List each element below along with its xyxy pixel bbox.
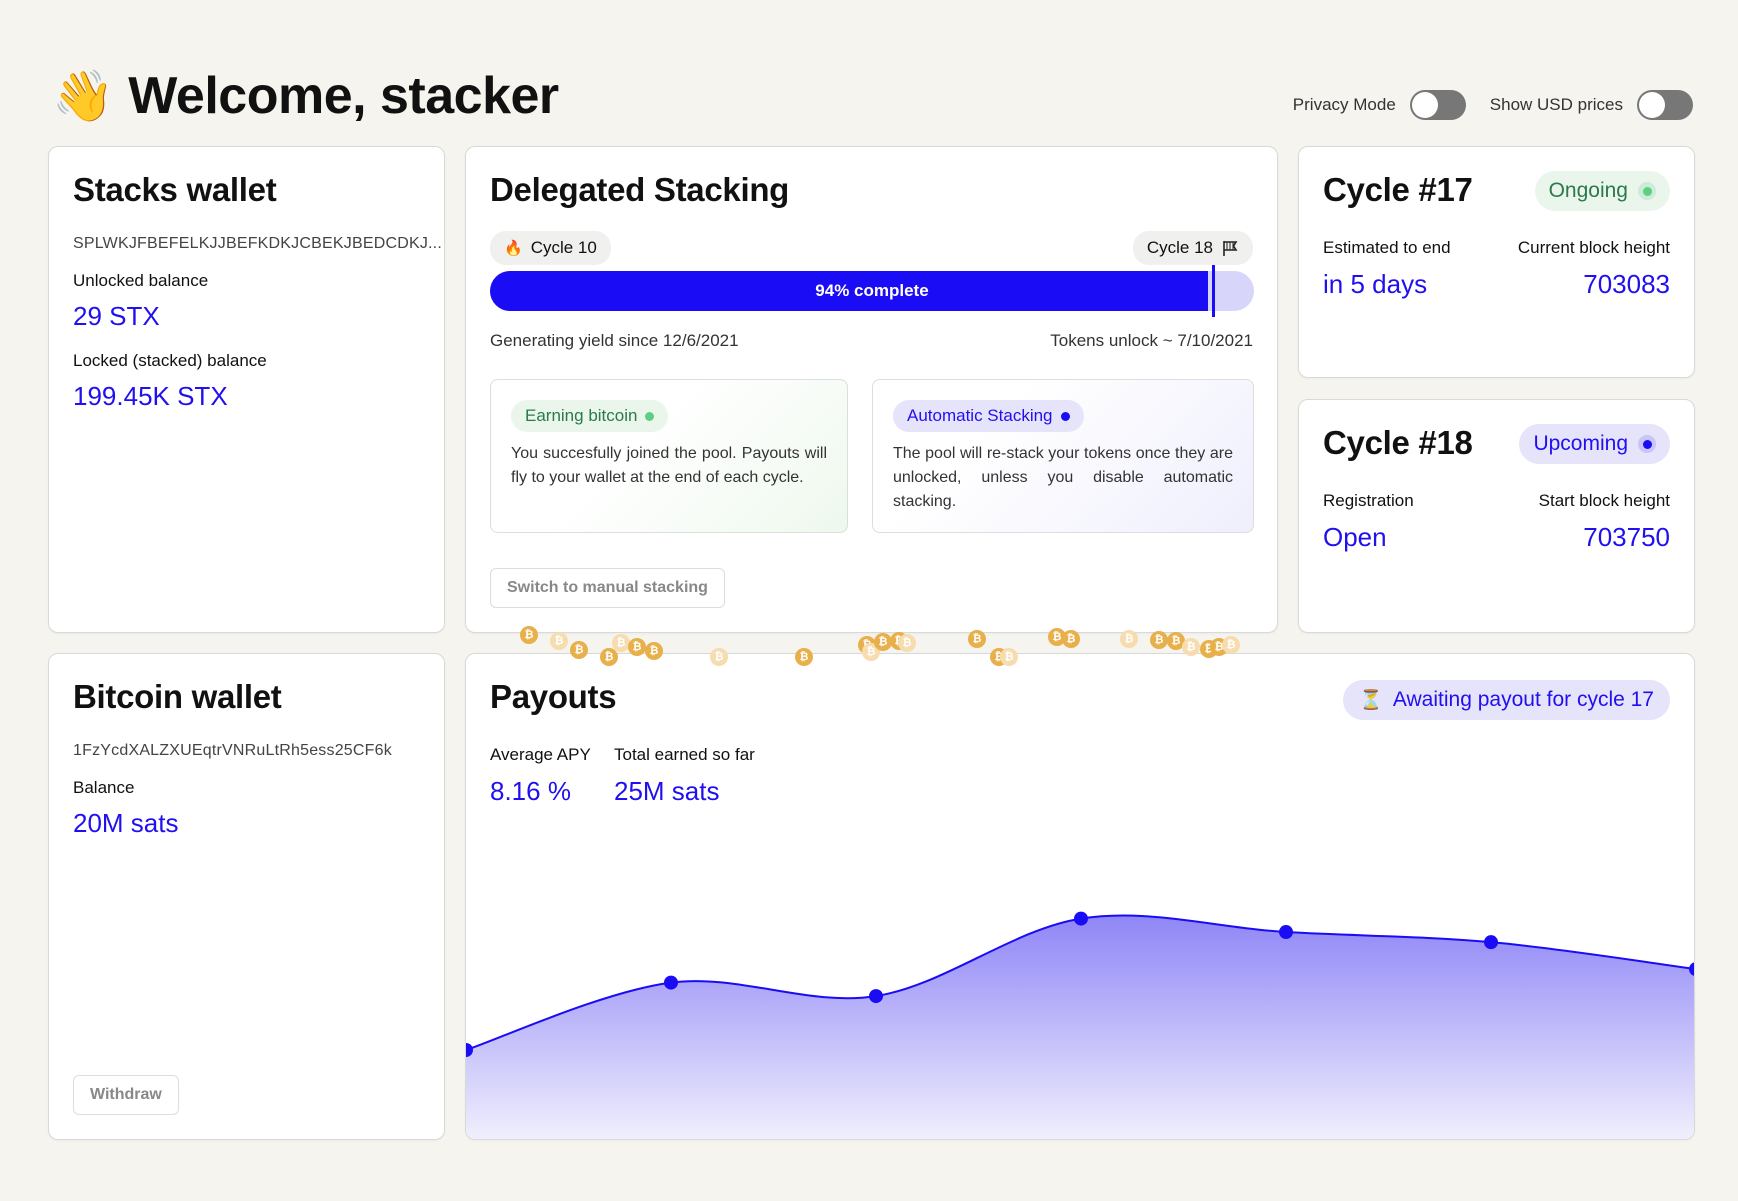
bitcoin-coin-icon: ₿ [645,642,663,660]
privacy-mode-toggle[interactable] [1409,90,1466,120]
bitcoin-coin-icon: ₿ [1062,630,1080,648]
tokens-unlock-text: Tokens unlock ~ 7/10/2021 [1050,331,1253,350]
estimated-end-label: Estimated to end [1323,238,1451,257]
chart-point-2 [869,989,883,1004]
withdraw-button[interactable]: Withdraw [73,1075,179,1115]
bitcoin-coin-icon: ₿ [1182,638,1200,656]
stacks-wallet-title: Stacks wallet [73,171,277,208]
progress-label: 94% complete [815,281,929,300]
toggle-knob [1639,92,1665,118]
start-cycle-badge: 🔥 Cycle 10 [490,231,611,265]
blue-dot-icon [1060,411,1070,421]
current-block-height-label: Current block height [1517,238,1670,257]
yield-since-text: Generating yield since 12/6/2021 [490,331,739,350]
ongoing-status-badge: Ongoing [1534,171,1670,211]
bitcoin-coin-icon: ₿ [1000,648,1018,666]
unlocked-balance-label: Unlocked balance [73,271,209,290]
chart-point-5 [1484,935,1498,950]
green-dot-icon [1638,182,1656,200]
flag-icon [1223,241,1238,256]
locked-balance-label: Locked (stacked) balance [73,351,267,370]
upcoming-status-badge: Upcoming [1519,424,1670,464]
bitcoin-coin-icon: ₿ [600,648,618,666]
delegated-stacking-card: Delegated Stacking 🔥 Cycle 10 Cycle 18 9… [465,146,1278,633]
earning-bitcoin-label: Earning bitcoin [525,406,638,425]
cycle-17-card: Cycle #17 Ongoing Estimated to end Curre… [1298,146,1695,378]
stacks-wallet-card: Stacks wallet SPLWKJFBEFELKJJBEFKDKJCBEK… [48,146,445,633]
automatic-stacking-label: Automatic Stacking [907,406,1053,425]
end-cycle-label: Cycle 18 [1146,238,1213,257]
start-cycle-label: Cycle 10 [530,238,597,257]
estimated-end-value: in 5 days [1323,269,1428,299]
payouts-card: Payouts ⏳ Awaiting payout for cycle 17 A… [465,653,1695,1140]
bitcoin-balance-label: Balance [73,778,135,797]
chart-point-1 [664,975,678,990]
end-cycle-badge: Cycle 18 [1132,231,1253,265]
bitcoin-wallet-card: Bitcoin wallet 1FzYcdXALZXUEqtrVNRuLtRh5… [48,653,445,1140]
ongoing-label: Ongoing [1548,179,1628,202]
bitcoin-coin-icon: ₿ [1222,636,1240,654]
bitcoin-address: 1FzYcdXALZXUEqtrVNRuLtRh5ess25CF6k [73,742,392,759]
cycle-18-title: Cycle #18 [1323,424,1473,461]
privacy-mode-label: Privacy Mode [1292,95,1396,114]
usd-prices-label: Show USD prices [1489,95,1623,114]
unlocked-balance-value: 29 STX [73,301,160,331]
switch-manual-stacking-button[interactable]: Switch to manual stacking [490,568,725,608]
bitcoin-coin-icon: ₿ [795,648,813,666]
start-block-height-label: Start block height [1538,491,1670,510]
bitcoin-coin-icon: ₿ [520,626,538,644]
start-block-height-value: 703750 [1583,522,1670,552]
toggle-knob [1411,92,1438,118]
bitcoin-balance-value: 20M sats [73,808,179,838]
locked-balance-value: 199.45K STX [73,381,228,411]
current-block-height-value: 703083 [1583,269,1670,299]
bitcoin-coin-icon: ₿ [612,634,630,652]
bitcoin-coin-icon: ₿ [898,634,916,652]
page-title: Welcome, stacker [128,67,559,125]
chart-point-4 [1279,925,1293,940]
automatic-stacking-box: Automatic Stacking The pool will re-stac… [872,379,1254,533]
green-dot-icon [645,411,655,421]
chart-area [466,915,1694,1139]
waving-hand-icon: 👋 [52,68,115,124]
upcoming-label: Upcoming [1533,432,1628,455]
registration-label: Registration [1323,491,1414,510]
toggle-bar: Privacy Mode Show USD prices [1293,90,1693,120]
bitcoin-coin-icon: ₿ [570,641,588,659]
earning-bitcoin-box: Earning bitcoin You succesfully joined t… [490,379,848,533]
payouts-area-chart [466,911,1694,1139]
usd-prices-toggle[interactable] [1637,90,1693,120]
cycle-18-card: Cycle #18 Upcoming Registration Start bl… [1298,399,1695,633]
flame-icon: 🔥 [504,240,523,257]
cycle-17-title: Cycle #17 [1323,171,1473,208]
automatic-stacking-desc: The pool will re-stack your tokens once … [893,445,1233,510]
progress-marker [1212,265,1215,317]
stacking-progress-bar: 94% complete [490,271,1254,311]
earning-bitcoin-badge: Earning bitcoin [511,400,669,432]
bitcoin-coin-icon: ₿ [550,632,568,650]
bitcoin-wallet-title: Bitcoin wallet [73,678,282,715]
bitcoin-coin-icon: ₿ [710,648,728,666]
header: 👋 Welcome, stacker [52,64,559,128]
bitcoin-coin-icon: ₿ [1150,631,1168,649]
registration-value: Open [1323,522,1387,552]
chart-point-3 [1074,911,1088,926]
stacks-address: SPLWKJFBEFELKJJBEFKDKJCBEKJBEDCDKJ... [73,235,442,252]
bitcoin-coin-icon: ₿ [968,630,986,648]
earning-bitcoin-desc: You succesfully joined the pool. Payouts… [511,445,827,486]
automatic-stacking-badge: Automatic Stacking [893,400,1084,432]
bitcoin-coin-icon: ₿ [628,638,646,656]
delegated-stacking-title: Delegated Stacking [490,171,790,208]
bitcoin-coin-icon: ₿ [1120,630,1138,648]
blue-dot-icon [1638,435,1656,453]
